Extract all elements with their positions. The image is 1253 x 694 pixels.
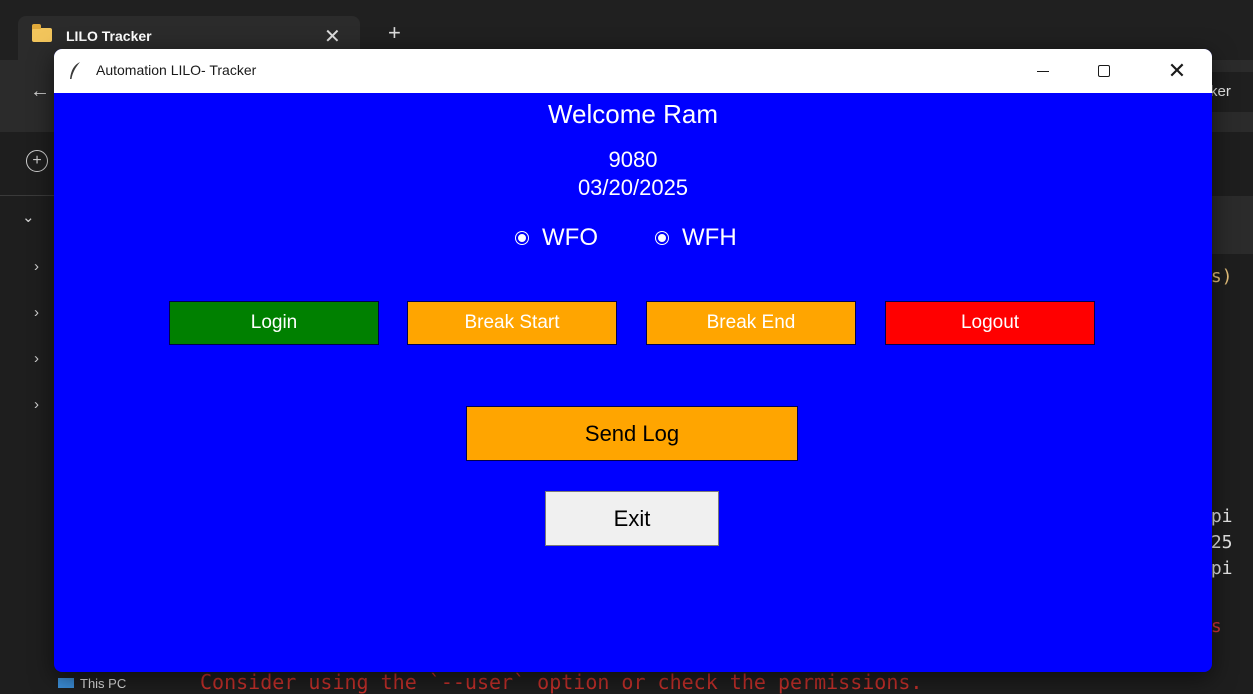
radio-wfh-label: WFH bbox=[682, 224, 737, 251]
feather-icon bbox=[70, 62, 80, 79]
login-button[interactable]: Login bbox=[169, 301, 379, 345]
minimize-button[interactable] bbox=[1020, 49, 1066, 93]
employee-id-label: 9080 bbox=[608, 147, 658, 172]
logout-button[interactable]: Logout bbox=[885, 301, 1095, 345]
date-label: 03/20/2025 bbox=[577, 175, 689, 200]
chevron-down-icon[interactable]: ⌄ bbox=[22, 208, 35, 226]
welcome-label: Welcome Ram bbox=[547, 99, 718, 129]
explorer-tab-title: LILO Tracker bbox=[66, 28, 152, 44]
radio-wfh[interactable]: WFH bbox=[656, 224, 737, 252]
break-end-button[interactable]: Break End bbox=[646, 301, 856, 345]
chevron-right-icon[interactable]: › bbox=[34, 304, 39, 321]
tab-close-icon[interactable]: ✕ bbox=[324, 24, 341, 49]
window-title: Automation LILO- Tracker bbox=[96, 62, 257, 78]
radio-indicator[interactable] bbox=[516, 232, 528, 244]
radio-wfo[interactable]: WFO bbox=[516, 224, 598, 252]
terminal-error-line: Consider using the `--user` option or ch… bbox=[200, 670, 923, 694]
chevron-right-icon[interactable]: › bbox=[34, 258, 39, 275]
maximize-button[interactable] bbox=[1080, 49, 1126, 93]
this-pc-item[interactable]: This PC bbox=[58, 676, 126, 691]
chevron-right-icon[interactable]: › bbox=[34, 396, 39, 413]
exit-button[interactable]: Exit bbox=[545, 491, 719, 546]
new-item-icon[interactable]: + bbox=[26, 150, 48, 172]
radio-indicator[interactable] bbox=[656, 232, 668, 244]
back-arrow-icon[interactable]: ← bbox=[30, 80, 50, 103]
lilo-tracker-window: Automation LILO- Tracker ✕ Welcome Ram 9… bbox=[54, 49, 1212, 672]
sidebar-divider bbox=[0, 195, 55, 196]
send-log-button[interactable]: Send Log bbox=[466, 406, 798, 461]
chevron-right-icon[interactable]: › bbox=[34, 350, 39, 367]
radio-wfo-label: WFO bbox=[542, 224, 598, 251]
break-start-button[interactable]: Break Start bbox=[407, 301, 617, 345]
new-tab-icon[interactable]: + bbox=[388, 22, 401, 44]
folder-icon bbox=[32, 24, 52, 42]
close-button[interactable]: ✕ bbox=[1154, 49, 1200, 93]
title-bar[interactable]: Automation LILO- Tracker ✕ bbox=[54, 49, 1212, 93]
